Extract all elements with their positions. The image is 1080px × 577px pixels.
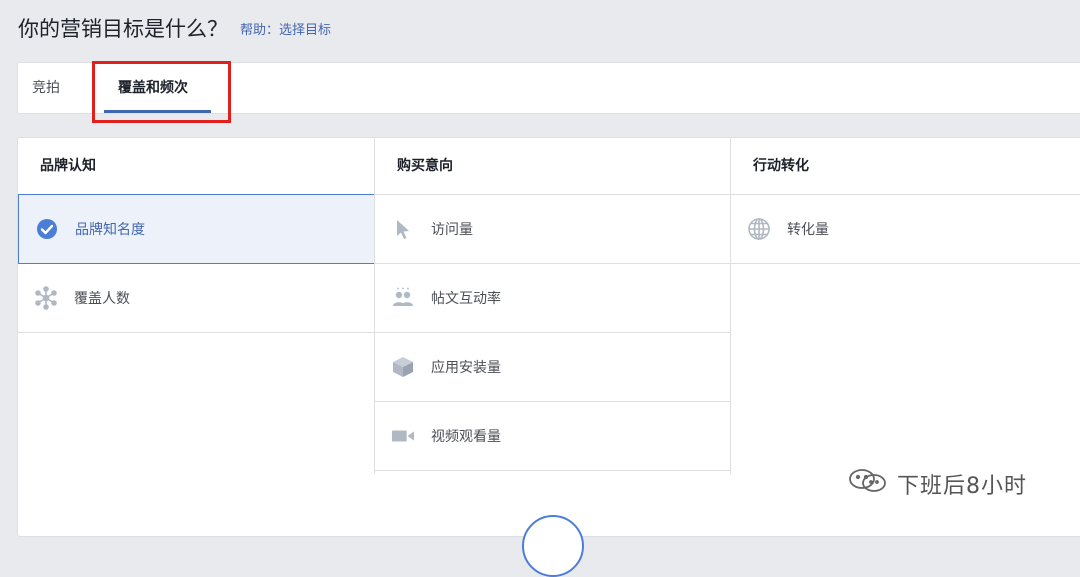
column-header: 行动转化 [731, 138, 1080, 195]
box-icon [391, 355, 415, 379]
header: 你的营销目标是什么？ 帮助：选择目标 [18, 12, 331, 44]
check-circle-icon [35, 217, 59, 241]
reach-icon [34, 286, 58, 310]
watermark: 下班后8小时 [847, 468, 1027, 500]
objective-brand-awareness[interactable]: 品牌知名度 [18, 194, 375, 264]
video-camera-icon [391, 424, 415, 448]
column-header: 购买意向 [375, 138, 731, 195]
page-title: 你的营销目标是什么？ [18, 17, 228, 41]
help-link[interactable]: 帮助：选择目标 [240, 19, 331, 38]
objective-app-installs[interactable]: 应用安装量 [375, 333, 731, 402]
column-header: 品牌认知 [18, 138, 375, 195]
people-icon [391, 286, 415, 310]
objective-label: 转化量 [787, 222, 829, 238]
objective-engagement[interactable]: 帖文互动率 [375, 264, 731, 333]
wechat-icon [847, 468, 889, 500]
objective-video-views[interactable]: 视频观看量 [375, 402, 731, 471]
objective-traffic[interactable]: 访问量 [375, 195, 731, 264]
tab-auction[interactable]: 竞拍 [32, 63, 60, 113]
cursor-icon [391, 217, 415, 241]
objective-label: 应用安装量 [431, 360, 501, 376]
column-consideration: 购买意向 访问量 帖文互动率 应用安装量 视频观看量 [375, 138, 731, 536]
continue-circle[interactable] [522, 515, 584, 577]
objective-label: 品牌知名度 [75, 222, 145, 238]
tab-reach-frequency[interactable]: 覆盖和频次 [118, 63, 188, 113]
column-brand-awareness: 品牌认知 品牌知名度 覆盖人数 [18, 138, 375, 536]
objective-label: 视频观看量 [431, 429, 501, 445]
globe-icon [747, 217, 771, 241]
watermark-text: 下班后8小时 [897, 474, 1027, 499]
objective-label: 帖文互动率 [431, 291, 501, 307]
objective-label: 访问量 [431, 222, 473, 238]
active-tab-indicator [104, 110, 211, 113]
tab-bar: 竞拍 覆盖和频次 [17, 62, 1080, 114]
objective-label: 覆盖人数 [74, 291, 130, 307]
objective-reach[interactable]: 覆盖人数 [18, 264, 375, 333]
objective-conversions[interactable]: 转化量 [731, 195, 1080, 264]
